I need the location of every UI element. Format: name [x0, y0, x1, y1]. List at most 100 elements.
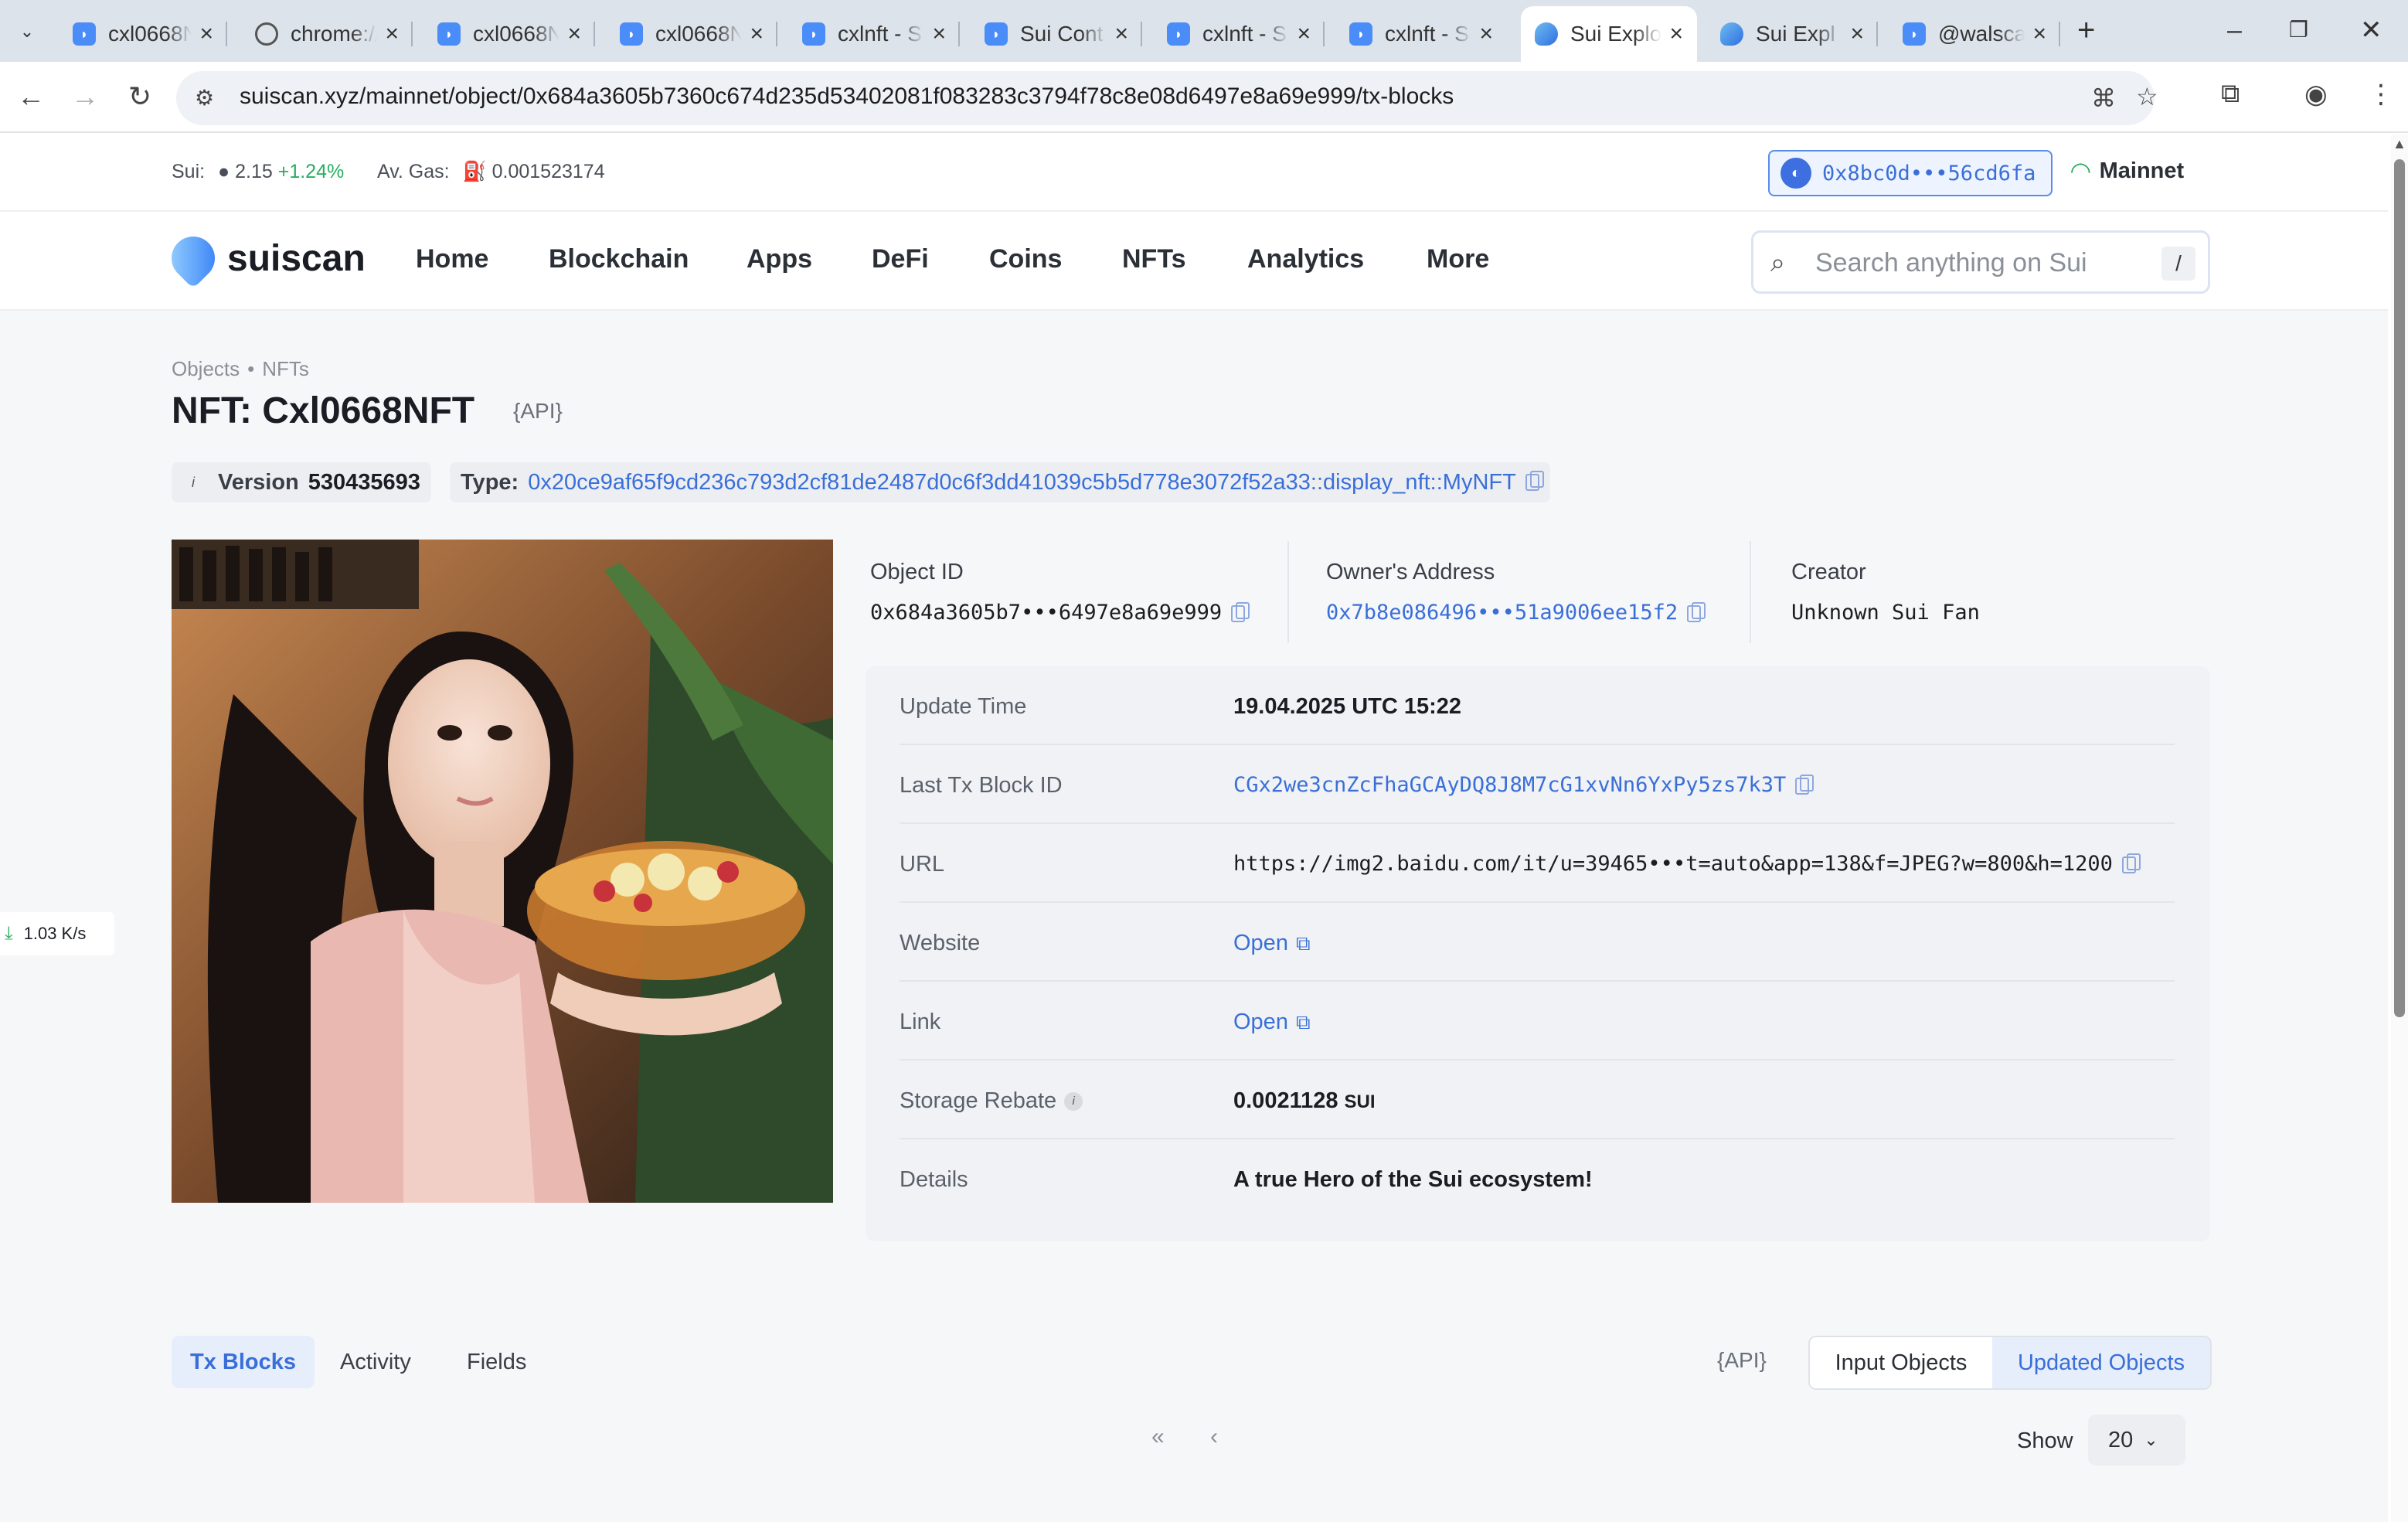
forward-arrow-icon[interactable]: →: [71, 79, 99, 114]
network-selector[interactable]: ◠ Mainnet: [2071, 156, 2184, 186]
minimize-icon[interactable]: –: [2227, 11, 2242, 49]
detail-key: Website: [900, 931, 981, 955]
browser-tab[interactable]: ◗ cxl0668N ×: [423, 6, 595, 62]
owner-address-link[interactable]: 0x7b8e086496•••51a9006ee15f2: [1326, 601, 1678, 625]
copy-icon[interactable]: [2121, 853, 2141, 873]
nav-home[interactable]: Home: [416, 244, 488, 274]
link-open-link[interactable]: Open ⧉: [1233, 1010, 1311, 1035]
detail-row: Last Tx Block ID CGx2we3cnZcFhaGCAyDQ8J8…: [900, 745, 2175, 824]
nav-nfts[interactable]: NFTs: [1122, 244, 1185, 274]
suiscan-logo[interactable]: suiscan: [162, 227, 366, 289]
nav-coins[interactable]: Coins: [989, 244, 1062, 274]
tab-title: cxl0668N: [108, 22, 192, 46]
copy-icon[interactable]: [1525, 471, 1544, 491]
detail-row: URL https://img2.baidu.com/it/u=39465•••…: [900, 824, 2175, 903]
restore-icon[interactable]: ❐: [2289, 11, 2308, 49]
breadcrumb: Objects • NFTs: [172, 357, 309, 380]
close-tab-icon[interactable]: ×: [1297, 21, 1311, 47]
close-tab-icon[interactable]: ×: [932, 21, 946, 47]
browser-tab[interactable]: ◗ cxl0668N ×: [606, 6, 777, 62]
browser-tab[interactable]: ◗ cxlnft - S ×: [788, 6, 960, 62]
breadcrumb-objects[interactable]: Objects: [172, 357, 240, 380]
tab-title: cxl0668N: [473, 22, 560, 46]
type-value-link[interactable]: 0x20ce9af65f9cd236c793d2cf81de2487d0c6f3…: [528, 470, 1516, 495]
network-signal-icon: ◠: [2071, 157, 2090, 185]
tab-tx-blocks[interactable]: Tx Blocks: [172, 1336, 315, 1388]
close-tab-icon[interactable]: ×: [567, 21, 581, 47]
tab-title: Sui Cont: [1020, 22, 1104, 46]
owner-block: Owner's Address 0x7b8e086496•••51a9006ee…: [1326, 560, 1706, 625]
nav-defi[interactable]: DeFi: [872, 244, 929, 274]
nav-blockchain[interactable]: Blockchain: [549, 244, 689, 274]
nav-more[interactable]: More: [1427, 244, 1489, 274]
page-size-select[interactable]: 20 ⌄: [2088, 1415, 2185, 1466]
updated-objects-button[interactable]: Updated Objects: [1992, 1337, 2210, 1388]
browser-tab[interactable]: ◗ cxl0668N ×: [59, 6, 227, 62]
scrollbar-thumb[interactable]: [2394, 159, 2405, 1017]
search-box: ⌕ /: [1751, 230, 2210, 294]
sui-doc-icon: ◗: [1349, 22, 1372, 46]
copy-icon[interactable]: [1231, 601, 1250, 622]
close-tab-icon[interactable]: ×: [1850, 21, 1864, 47]
browser-tab[interactable]: Sui Expl ×: [1706, 6, 1878, 62]
close-tab-icon[interactable]: ×: [1669, 21, 1683, 47]
scroll-up-arrow-icon[interactable]: ▲: [2393, 136, 2406, 152]
close-tab-icon[interactable]: ×: [1479, 21, 1493, 47]
search-input[interactable]: [1815, 243, 2140, 282]
info-icon[interactable]: i: [1064, 1092, 1083, 1112]
first-page-icon[interactable]: «: [1151, 1424, 1165, 1450]
link-open-label: Open: [1233, 1010, 1288, 1034]
tab-title: cxlnft - S: [1202, 22, 1287, 46]
browser-tab[interactable]: chrome:// ×: [241, 6, 413, 62]
storage-rebate-value: 0.0021128: [1233, 1088, 1338, 1113]
new-tab-plus-icon[interactable]: +: [2077, 11, 2095, 49]
browser-tab[interactable]: ◗ cxlnft - S ×: [1335, 6, 1507, 62]
browser-tab[interactable]: ◗ cxlnft - S ×: [1153, 6, 1325, 62]
suiscan-drop-icon: [162, 227, 224, 289]
close-tab-icon[interactable]: ×: [750, 21, 764, 47]
nav-analytics[interactable]: Analytics: [1247, 244, 1364, 274]
sui-doc-icon: ◗: [73, 22, 96, 46]
market-info-bar: Sui: ● 2.15 +1.24% Av. Gas: ⛽ 0.00152317…: [0, 134, 2388, 212]
external-link-icon: ⧉: [1295, 1010, 1311, 1033]
profile-icon[interactable]: ◉: [2304, 79, 2328, 110]
tab-search-chevron-icon[interactable]: ⌄: [8, 12, 46, 51]
window-close-icon[interactable]: ✕: [2360, 11, 2382, 49]
api-link[interactable]: {API}: [513, 399, 563, 424]
menu-kebab-icon[interactable]: ⋮: [2368, 79, 2394, 110]
close-tab-icon[interactable]: ×: [1114, 21, 1128, 47]
address-bar[interactable]: ⚙ suiscan.xyz/mainnet/object/0x684a3605b…: [176, 71, 2158, 125]
extensions-puzzle-icon[interactable]: ⧉: [2221, 79, 2240, 109]
storage-rebate-unit: SUI: [1344, 1091, 1376, 1112]
website-open-link[interactable]: Open ⧉: [1233, 931, 1311, 956]
wallet-avatar-icon: ◐: [1780, 158, 1811, 189]
url-text[interactable]: suiscan.xyz/mainnet/object/0x684a3605b73…: [240, 83, 1454, 110]
sui-doc-icon: ◗: [1167, 22, 1190, 46]
close-tab-icon[interactable]: ×: [2032, 21, 2046, 47]
bookmark-star-icon[interactable]: ☆: [2136, 82, 2158, 111]
tab-fields[interactable]: Fields: [448, 1336, 545, 1388]
detail-row: Update Time 19.04.2025 UTC 15:22: [900, 666, 2175, 745]
wallet-button[interactable]: ◐ 0x8bc0d•••56cd6fa: [1768, 150, 2053, 196]
close-tab-icon[interactable]: ×: [385, 21, 399, 47]
tab-activity[interactable]: Activity: [321, 1336, 430, 1388]
browser-tab[interactable]: ◗ Sui Cont ×: [971, 6, 1142, 62]
back-arrow-icon[interactable]: ←: [17, 79, 45, 114]
copy-icon[interactable]: [1687, 601, 1706, 622]
site-info-icon[interactable]: ⚙: [195, 85, 221, 111]
browser-tab-active[interactable]: Sui Explo ×: [1521, 6, 1697, 62]
copy-icon[interactable]: [1795, 774, 1815, 795]
prev-page-icon[interactable]: ‹: [1210, 1424, 1218, 1450]
api-link-tx[interactable]: {API}: [1717, 1348, 1767, 1373]
close-tab-icon[interactable]: ×: [199, 21, 213, 47]
browser-tab[interactable]: ◗ @walsca ×: [1889, 6, 2060, 62]
sui-price: Sui: ● 2.15 +1.24%: [172, 161, 344, 183]
tab-title: Sui Explo: [1570, 22, 1662, 46]
nav-apps[interactable]: Apps: [747, 244, 812, 274]
reload-icon[interactable]: ↻: [128, 79, 151, 114]
translate-icon[interactable]: ⌘: [2091, 83, 2116, 113]
tab-title: chrome://: [291, 22, 378, 46]
breadcrumb-nfts[interactable]: NFTs: [262, 357, 309, 380]
input-objects-button[interactable]: Input Objects: [1810, 1337, 1992, 1388]
last-tx-block-link[interactable]: CGx2we3cnZcFhaGCAyDQ8J8M7cG1xvNn6YxPy5zs…: [1233, 773, 1786, 797]
